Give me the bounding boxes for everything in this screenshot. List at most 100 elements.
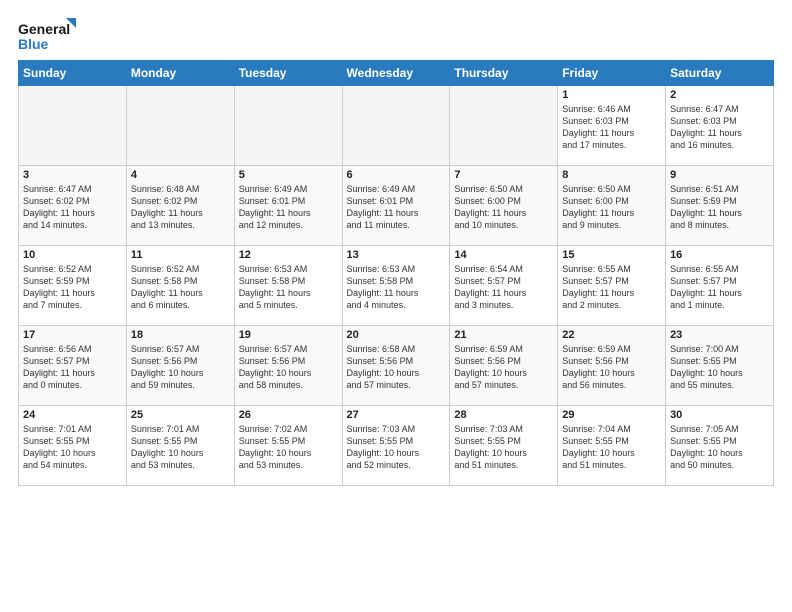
day-number: 20 (347, 329, 446, 341)
logo: GeneralBlue (18, 18, 78, 54)
week-row-0: 1 Sunrise: 6:46 AM Sunset: 6:03 PM Daylig… (19, 86, 774, 166)
calendar-cell: 20Sunrise: 6:58 AM Sunset: 5:56 PM Dayli… (342, 326, 450, 406)
day-number: 2 (670, 89, 769, 101)
day-number: 19 (239, 329, 338, 341)
day-number: 13 (347, 249, 446, 261)
day-info: Sunrise: 6:56 AM Sunset: 5:57 PM Dayligh… (23, 343, 122, 392)
day-number: 9 (670, 169, 769, 181)
day-info: Sunrise: 6:54 AM Sunset: 5:57 PM Dayligh… (454, 263, 553, 312)
day-number: 11 (131, 249, 230, 261)
day-info: Sunrise: 6:49 AM Sunset: 6:01 PM Dayligh… (347, 183, 446, 232)
calendar-cell (234, 86, 342, 166)
day-info: Sunrise: 6:52 AM Sunset: 5:59 PM Dayligh… (23, 263, 122, 312)
day-info: Sunrise: 7:02 AM Sunset: 5:55 PM Dayligh… (239, 423, 338, 472)
calendar-cell: 5 Sunrise: 6:49 AM Sunset: 6:01 PM Daylig… (234, 166, 342, 246)
week-row-3: 17 Sunrise: 6:56 AM Sunset: 5:57 PM Dayli… (19, 326, 774, 406)
calendar-cell (450, 86, 558, 166)
day-number: 12 (239, 249, 338, 261)
day-number: 17 (23, 329, 122, 341)
page: GeneralBlue SundayMondayTuesdayWednesday… (0, 0, 792, 612)
calendar-cell: 23 Sunrise: 7:00 AM Sunset: 5:55 PM Dayli… (666, 326, 774, 406)
weekday-header-sunday: Sunday (19, 61, 127, 86)
day-number: 16 (670, 249, 769, 261)
calendar-cell: 1 Sunrise: 6:46 AM Sunset: 6:03 PM Daylig… (558, 86, 666, 166)
day-info: Sunrise: 6:46 AM Sunset: 6:03 PM Dayligh… (562, 103, 661, 152)
day-info: Sunrise: 6:57 AM Sunset: 5:56 PM Dayligh… (131, 343, 230, 392)
calendar-cell: 3 Sunrise: 6:47 AM Sunset: 6:02 PM Daylig… (19, 166, 127, 246)
calendar-cell: 27Sunrise: 7:03 AM Sunset: 5:55 PM Dayli… (342, 406, 450, 486)
calendar-cell: 2 Sunrise: 6:47 AM Sunset: 6:03 PM Daylig… (666, 86, 774, 166)
day-info: Sunrise: 7:03 AM Sunset: 5:55 PM Dayligh… (454, 423, 553, 472)
calendar-cell: 6 Sunrise: 6:49 AM Sunset: 6:01 PM Daylig… (342, 166, 450, 246)
day-info: Sunrise: 6:57 AM Sunset: 5:56 PM Dayligh… (239, 343, 338, 392)
day-info: Sunrise: 6:53 AM Sunset: 5:58 PM Dayligh… (239, 263, 338, 312)
day-info: Sunrise: 6:47 AM Sunset: 6:02 PM Dayligh… (23, 183, 122, 232)
day-info: Sunrise: 6:53 AM Sunset: 5:58 PM Dayligh… (347, 263, 446, 312)
calendar-cell: 15Sunrise: 6:55 AM Sunset: 5:57 PM Dayli… (558, 246, 666, 326)
day-info: Sunrise: 6:55 AM Sunset: 5:57 PM Dayligh… (562, 263, 661, 312)
calendar-cell: 30Sunrise: 7:05 AM Sunset: 5:55 PM Dayli… (666, 406, 774, 486)
calendar-cell: 21 Sunrise: 6:59 AM Sunset: 5:56 PM Dayli… (450, 326, 558, 406)
calendar-cell: 19 Sunrise: 6:57 AM Sunset: 5:56 PM Dayli… (234, 326, 342, 406)
day-number: 18 (131, 329, 230, 341)
day-number: 22 (562, 329, 661, 341)
day-info: Sunrise: 6:59 AM Sunset: 5:56 PM Dayligh… (454, 343, 553, 392)
weekday-header-friday: Friday (558, 61, 666, 86)
calendar-cell: 7Sunrise: 6:50 AM Sunset: 6:00 PM Daylig… (450, 166, 558, 246)
day-info: Sunrise: 6:52 AM Sunset: 5:58 PM Dayligh… (131, 263, 230, 312)
day-info: Sunrise: 6:50 AM Sunset: 6:00 PM Dayligh… (562, 183, 661, 232)
day-info: Sunrise: 6:47 AM Sunset: 6:03 PM Dayligh… (670, 103, 769, 152)
day-number: 21 (454, 329, 553, 341)
calendar-cell: 11 Sunrise: 6:52 AM Sunset: 5:58 PM Dayli… (126, 246, 234, 326)
day-info: Sunrise: 6:59 AM Sunset: 5:56 PM Dayligh… (562, 343, 661, 392)
day-info: Sunrise: 7:03 AM Sunset: 5:55 PM Dayligh… (347, 423, 446, 472)
day-info: Sunrise: 6:51 AM Sunset: 5:59 PM Dayligh… (670, 183, 769, 232)
day-number: 5 (239, 169, 338, 181)
weekday-header-row: SundayMondayTuesdayWednesdayThursdayFrid… (19, 61, 774, 86)
calendar-table: SundayMondayTuesdayWednesdayThursdayFrid… (18, 60, 774, 486)
calendar-cell: 24Sunrise: 7:01 AM Sunset: 5:55 PM Dayli… (19, 406, 127, 486)
day-number: 28 (454, 409, 553, 421)
weekday-header-saturday: Saturday (666, 61, 774, 86)
week-row-2: 10 Sunrise: 6:52 AM Sunset: 5:59 PM Dayli… (19, 246, 774, 326)
day-number: 23 (670, 329, 769, 341)
calendar-cell (19, 86, 127, 166)
calendar-cell (126, 86, 234, 166)
svg-text:General: General (18, 21, 70, 37)
day-number: 6 (347, 169, 446, 181)
day-info: Sunrise: 6:55 AM Sunset: 5:57 PM Dayligh… (670, 263, 769, 312)
day-info: Sunrise: 7:04 AM Sunset: 5:55 PM Dayligh… (562, 423, 661, 472)
weekday-header-tuesday: Tuesday (234, 61, 342, 86)
calendar-cell: 12 Sunrise: 6:53 AM Sunset: 5:58 PM Dayli… (234, 246, 342, 326)
weekday-header-monday: Monday (126, 61, 234, 86)
week-row-4: 24Sunrise: 7:01 AM Sunset: 5:55 PM Dayli… (19, 406, 774, 486)
day-info: Sunrise: 6:49 AM Sunset: 6:01 PM Dayligh… (239, 183, 338, 232)
calendar-cell (342, 86, 450, 166)
calendar-cell: 26 Sunrise: 7:02 AM Sunset: 5:55 PM Dayli… (234, 406, 342, 486)
calendar-cell: 16 Sunrise: 6:55 AM Sunset: 5:57 PM Dayli… (666, 246, 774, 326)
calendar-cell: 10 Sunrise: 6:52 AM Sunset: 5:59 PM Dayli… (19, 246, 127, 326)
day-number: 7 (454, 169, 553, 181)
day-number: 3 (23, 169, 122, 181)
week-row-1: 3 Sunrise: 6:47 AM Sunset: 6:02 PM Daylig… (19, 166, 774, 246)
day-info: Sunrise: 7:01 AM Sunset: 5:55 PM Dayligh… (23, 423, 122, 472)
calendar-cell: 14 Sunrise: 6:54 AM Sunset: 5:57 PM Dayli… (450, 246, 558, 326)
calendar-cell: 28 Sunrise: 7:03 AM Sunset: 5:55 PM Dayli… (450, 406, 558, 486)
calendar-cell: 9 Sunrise: 6:51 AM Sunset: 5:59 PM Daylig… (666, 166, 774, 246)
day-number: 4 (131, 169, 230, 181)
day-number: 1 (562, 89, 661, 101)
day-number: 8 (562, 169, 661, 181)
calendar-cell: 13 Sunrise: 6:53 AM Sunset: 5:58 PM Dayli… (342, 246, 450, 326)
calendar-cell: 18 Sunrise: 6:57 AM Sunset: 5:56 PM Dayli… (126, 326, 234, 406)
day-number: 25 (131, 409, 230, 421)
calendar-cell: 17 Sunrise: 6:56 AM Sunset: 5:57 PM Dayli… (19, 326, 127, 406)
day-number: 10 (23, 249, 122, 261)
header: GeneralBlue (18, 18, 774, 54)
calendar-cell: 4Sunrise: 6:48 AM Sunset: 6:02 PM Daylig… (126, 166, 234, 246)
calendar-cell: 22 Sunrise: 6:59 AM Sunset: 5:56 PM Dayli… (558, 326, 666, 406)
weekday-header-thursday: Thursday (450, 61, 558, 86)
day-number: 14 (454, 249, 553, 261)
day-number: 26 (239, 409, 338, 421)
day-info: Sunrise: 7:00 AM Sunset: 5:55 PM Dayligh… (670, 343, 769, 392)
calendar-cell: 29Sunrise: 7:04 AM Sunset: 5:55 PM Dayli… (558, 406, 666, 486)
